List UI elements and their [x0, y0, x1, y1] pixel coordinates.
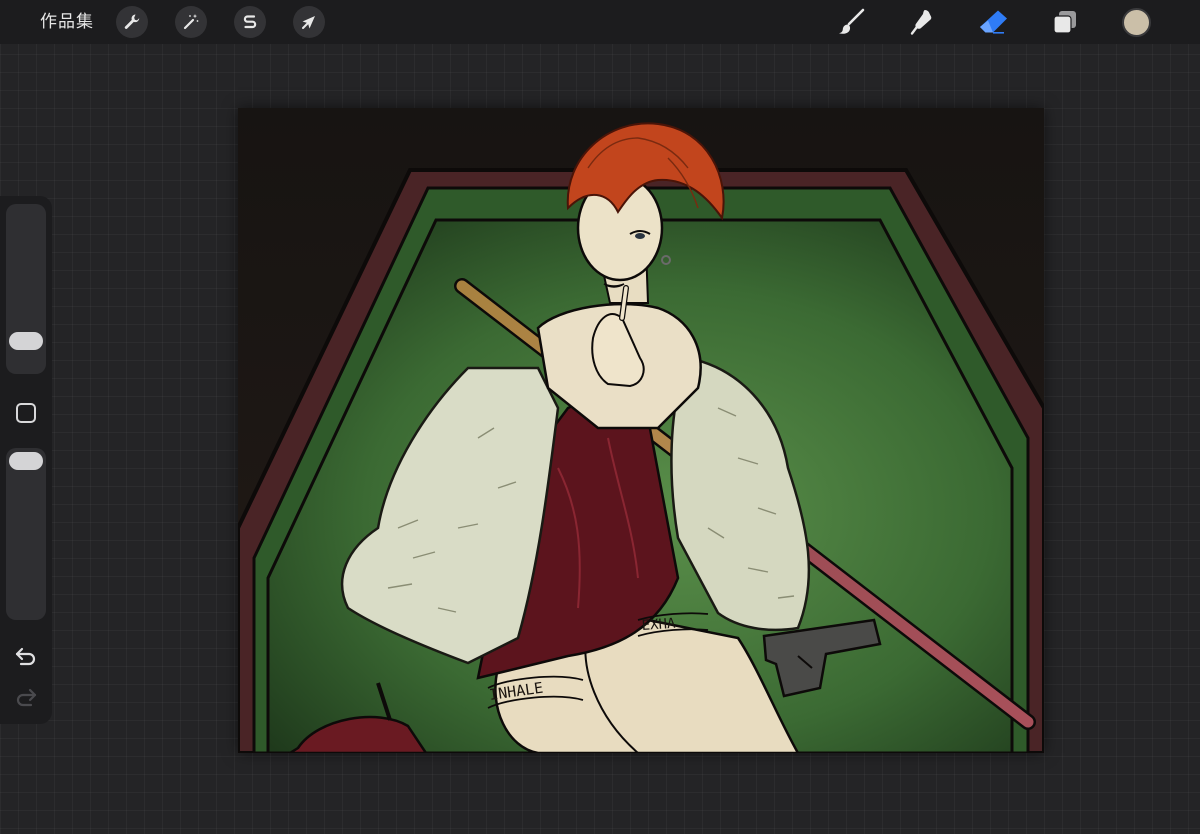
adjustments-button[interactable]: [175, 6, 207, 38]
selection-button[interactable]: [234, 6, 266, 38]
selection-icon: [243, 15, 257, 29]
layers-icon: [1053, 11, 1076, 34]
drawing-canvas[interactable]: INHALE EXHA: [238, 108, 1044, 753]
left-sidebar: [0, 196, 52, 724]
artwork-illustration: INHALE EXHA: [238, 108, 1044, 753]
actions-button[interactable]: [116, 6, 148, 38]
transform-arrow-icon: [302, 16, 315, 29]
transform-button[interactable]: [293, 6, 325, 38]
eraser-icon: [980, 10, 1007, 34]
smudge-icon: [910, 10, 932, 35]
wrench-icon: [124, 14, 140, 29]
undo-icon: [15, 647, 36, 666]
eraser-button[interactable]: [975, 6, 1011, 38]
gallery-button[interactable]: 作品集: [40, 11, 94, 33]
tattoo-text-exhale: EXHA: [641, 616, 676, 634]
top-toolbar: 作品集: [0, 0, 1200, 44]
brush-button[interactable]: [833, 6, 869, 38]
color-picker-button[interactable]: [1122, 8, 1151, 37]
opacity-slider[interactable]: [6, 448, 46, 620]
smudge-button[interactable]: [905, 6, 941, 38]
square-modify-icon: [16, 403, 36, 423]
brush-icon: [839, 8, 865, 34]
brush-size-slider[interactable]: [6, 204, 46, 374]
magic-wand-icon: [183, 14, 199, 30]
redo-button[interactable]: [12, 684, 40, 710]
brush-size-knob[interactable]: [9, 332, 43, 350]
layers-button[interactable]: [1047, 6, 1083, 38]
opacity-knob[interactable]: [9, 452, 43, 470]
redo-icon: [16, 688, 37, 707]
modify-button[interactable]: [14, 401, 38, 425]
undo-button[interactable]: [12, 643, 40, 669]
